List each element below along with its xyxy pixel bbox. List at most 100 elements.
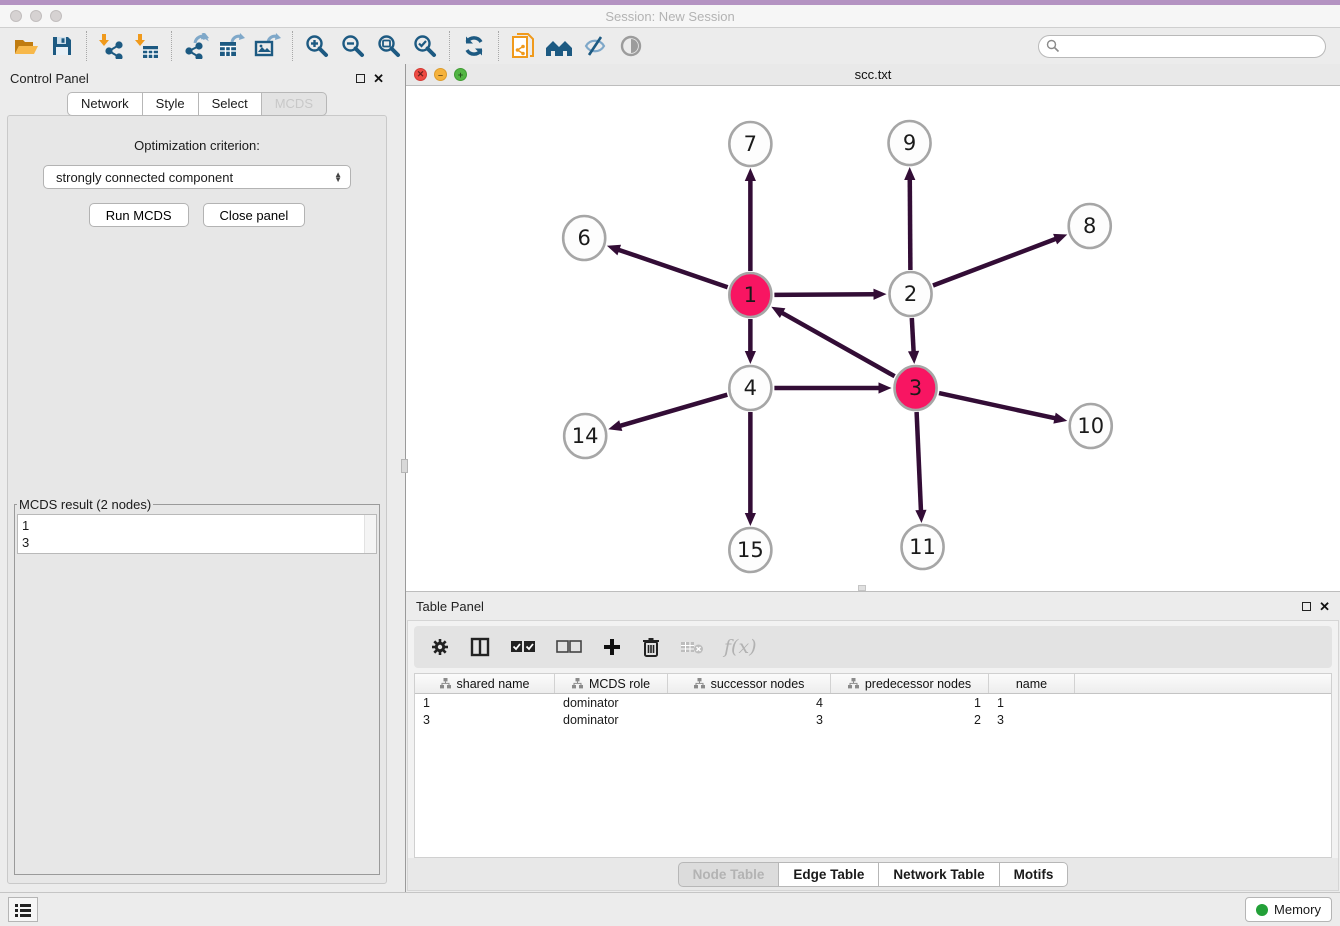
- mcds-result-list[interactable]: 1 3: [17, 514, 377, 554]
- show-all-icon[interactable]: [613, 31, 649, 61]
- tab-motifs[interactable]: Motifs: [1000, 862, 1069, 887]
- export-image-icon[interactable]: [250, 31, 286, 61]
- edge-1-2[interactable]: [774, 294, 874, 295]
- edge-arrowhead: [745, 513, 756, 526]
- table-cell[interactable]: 1: [989, 696, 1075, 710]
- canvas-resize-handle[interactable]: [858, 585, 866, 591]
- table-cell[interactable]: 4: [668, 696, 831, 710]
- select-all-rows-icon[interactable]: [510, 640, 536, 654]
- shared-column-icon: [694, 678, 705, 689]
- toolbar-separator: [498, 31, 499, 61]
- edge-2-8[interactable]: [933, 239, 1056, 286]
- close-window-button[interactable]: [10, 10, 22, 22]
- hide-selected-icon[interactable]: [577, 31, 613, 61]
- export-network-icon[interactable]: [178, 31, 214, 61]
- tab-select[interactable]: Select: [199, 92, 262, 116]
- tab-edge-table[interactable]: Edge Table: [779, 862, 879, 887]
- search-icon: [1046, 39, 1060, 53]
- save-session-icon[interactable]: [44, 31, 80, 61]
- column-chooser-icon[interactable]: [470, 637, 490, 657]
- column-header-shared-name[interactable]: shared name: [415, 674, 555, 693]
- edge-1-6[interactable]: [618, 250, 727, 288]
- first-neighbors-icon[interactable]: [541, 31, 577, 61]
- table-cell[interactable]: 3: [989, 713, 1075, 727]
- column-header-name[interactable]: name: [989, 674, 1075, 693]
- table-cell[interactable]: dominator: [555, 713, 668, 727]
- edge-4-14[interactable]: [620, 395, 728, 426]
- graph-node-label-11: 11: [909, 534, 936, 559]
- close-table-panel-icon[interactable]: ✕: [1319, 602, 1330, 611]
- edge-2-3[interactable]: [912, 318, 914, 352]
- deselect-all-rows-icon[interactable]: [556, 640, 582, 654]
- table-cell[interactable]: 2: [831, 713, 989, 727]
- table-cell[interactable]: dominator: [555, 696, 668, 710]
- table-cell[interactable]: 3: [415, 713, 555, 727]
- tab-style[interactable]: Style: [143, 92, 199, 116]
- clone-network-icon[interactable]: [505, 31, 541, 61]
- table-row[interactable]: 3dominator323: [415, 711, 1331, 728]
- tab-mcds[interactable]: MCDS: [262, 92, 327, 116]
- edge-arrowhead: [879, 382, 892, 393]
- import-table-icon[interactable]: [129, 31, 165, 61]
- edge-3-1[interactable]: [782, 313, 895, 377]
- select-stepper-icon: ▲▼: [334, 172, 342, 182]
- open-file-icon[interactable]: [8, 31, 44, 61]
- table-cell[interactable]: 3: [668, 713, 831, 727]
- application-window: Session: New Session: [0, 0, 1340, 926]
- column-header-predecessor-nodes[interactable]: predecessor nodes: [831, 674, 989, 693]
- tab-node-table[interactable]: Node Table: [678, 862, 780, 887]
- graph-node-label-1: 1: [744, 282, 757, 307]
- column-header-MCDS-role[interactable]: MCDS role: [555, 674, 668, 693]
- vertical-splitter[interactable]: [394, 64, 405, 892]
- import-network-icon[interactable]: [93, 31, 129, 61]
- edge-arrowhead: [1053, 234, 1067, 244]
- tab-network-table[interactable]: Network Table: [879, 862, 999, 887]
- table-options-gear-icon[interactable]: [430, 637, 450, 657]
- network-window-title: scc.txt: [406, 67, 1340, 82]
- zoom-selected-icon[interactable]: [407, 31, 443, 61]
- window-title: Session: New Session: [0, 9, 1340, 24]
- column-header-successor-nodes[interactable]: successor nodes: [668, 674, 831, 693]
- network-canvas[interactable]: 7968124314101511: [406, 86, 1340, 591]
- mcds-result-group: MCDS result (2 nodes) 1 3: [14, 497, 380, 875]
- mcds-panel: Optimization criterion: strongly connect…: [7, 115, 387, 884]
- float-panel-icon[interactable]: [356, 74, 365, 83]
- table-row[interactable]: 1dominator411: [415, 694, 1331, 711]
- close-panel-button[interactable]: Close panel: [203, 203, 306, 227]
- zoom-in-icon[interactable]: [299, 31, 335, 61]
- delete-table-icon: [680, 639, 704, 655]
- close-panel-icon[interactable]: ✕: [373, 74, 384, 83]
- graph-node-label-6: 6: [577, 225, 590, 250]
- criterion-select[interactable]: strongly connected component ▲▼: [43, 165, 351, 189]
- control-panel-tabs: NetworkStyleSelectMCDS: [67, 92, 327, 116]
- memory-status-icon: [1256, 904, 1268, 916]
- memory-button[interactable]: Memory: [1245, 897, 1332, 922]
- mcds-result-scrollbar[interactable]: [364, 515, 376, 553]
- splitter-handle[interactable]: [401, 459, 408, 473]
- minimize-window-button[interactable]: [30, 10, 42, 22]
- graph-node-label-8: 8: [1083, 213, 1096, 238]
- tab-network[interactable]: Network: [67, 92, 143, 116]
- zoom-fit-icon[interactable]: [371, 31, 407, 61]
- table-panel-title: Table Panel: [416, 599, 484, 614]
- toolbar-separator: [449, 31, 450, 61]
- run-mcds-button[interactable]: Run MCDS: [89, 203, 189, 227]
- zoom-out-icon[interactable]: [335, 31, 371, 61]
- edge-2-9[interactable]: [910, 179, 911, 270]
- toolbar-separator: [171, 31, 172, 61]
- maximize-window-button[interactable]: [50, 10, 62, 22]
- search-input[interactable]: [1038, 35, 1326, 58]
- float-table-panel-icon[interactable]: [1302, 602, 1311, 611]
- add-column-icon[interactable]: [602, 637, 622, 657]
- export-table-icon[interactable]: [214, 31, 250, 61]
- refresh-icon[interactable]: [456, 31, 492, 61]
- delete-column-icon[interactable]: [642, 637, 660, 657]
- table-tabs-bar: Node TableEdge TableNetwork TableMotifs: [408, 858, 1338, 890]
- table-cell[interactable]: 1: [831, 696, 989, 710]
- edge-3-10[interactable]: [939, 393, 1055, 418]
- edge-arrowhead: [608, 420, 622, 431]
- graph-node-label-3: 3: [909, 375, 922, 400]
- edge-3-11[interactable]: [917, 412, 921, 511]
- table-cell[interactable]: 1: [415, 696, 555, 710]
- task-history-button[interactable]: [8, 897, 38, 922]
